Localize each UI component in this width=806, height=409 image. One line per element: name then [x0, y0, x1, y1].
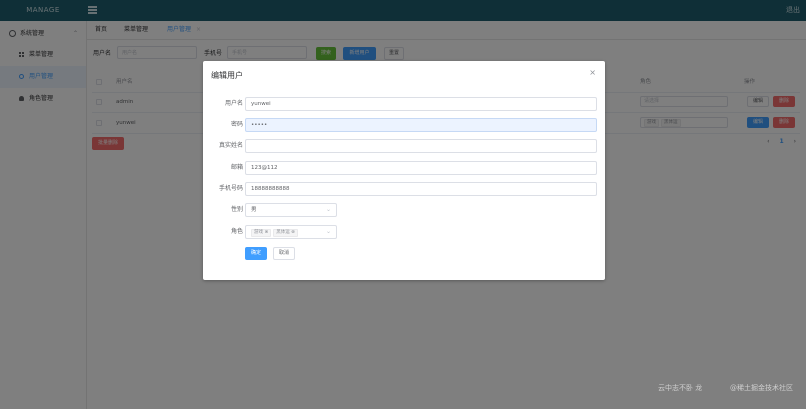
watermark-right: @稀土掘金技术社区: [730, 384, 793, 392]
role-tag: 游戏 ⊗: [251, 229, 272, 237]
realname-label: 真实姓名: [218, 142, 243, 149]
gender-select[interactable]: 男 ⌄: [245, 203, 337, 217]
tag-close-icon[interactable]: ⊗: [264, 230, 268, 235]
form-row-roles: 角色 游戏 ⊗ 黑体运 ⊗ ⌄: [203, 224, 605, 240]
form-row-email: 邮箱 123@112: [203, 160, 605, 176]
tag-close-icon[interactable]: ⊗: [291, 230, 295, 235]
cancel-button[interactable]: 取消: [273, 247, 295, 260]
form-row-gender: 性别 男 ⌄: [203, 202, 605, 218]
password-field[interactable]: •••••: [245, 118, 597, 132]
email-field[interactable]: 123@112: [245, 161, 597, 175]
close-icon[interactable]: ×: [589, 68, 596, 77]
form-row-password: 密码 •••••: [203, 117, 605, 133]
email-label: 邮箱: [230, 164, 243, 171]
form-row-phone: 手机号码 18888888888: [203, 181, 605, 197]
chevron-down-icon: ⌄: [325, 206, 331, 213]
roles-label: 角色: [230, 228, 243, 235]
dialog-title: 编辑用户: [211, 71, 243, 80]
form-row-username: 用户名 yunwei: [203, 96, 605, 112]
username-label: 用户名: [224, 100, 243, 107]
password-label: 密码: [230, 121, 243, 128]
chevron-down-icon: ⌄: [325, 228, 331, 235]
watermark-left: 云中志不卧 龙: [658, 384, 703, 392]
role-tag-label: 游戏: [254, 230, 263, 235]
role-tag: 黑体运 ⊗: [273, 229, 298, 237]
phone-label: 手机号码: [218, 185, 243, 192]
form-row-realname: 真实姓名: [203, 138, 605, 154]
roles-select[interactable]: 游戏 ⊗ 黑体运 ⊗ ⌄: [245, 225, 337, 239]
edit-user-dialog: 编辑用户 × 用户名 yunwei 密码 ••••• 真实姓名 邮箱 123@1…: [203, 61, 605, 280]
username-field[interactable]: yunwei: [245, 97, 597, 111]
phone-field[interactable]: 18888888888: [245, 182, 597, 196]
realname-field[interactable]: [245, 139, 597, 153]
gender-value: 男: [251, 207, 257, 213]
confirm-button[interactable]: 确定: [245, 247, 267, 260]
role-tag-label: 黑体运: [276, 230, 290, 235]
gender-label: 性别: [230, 206, 243, 213]
